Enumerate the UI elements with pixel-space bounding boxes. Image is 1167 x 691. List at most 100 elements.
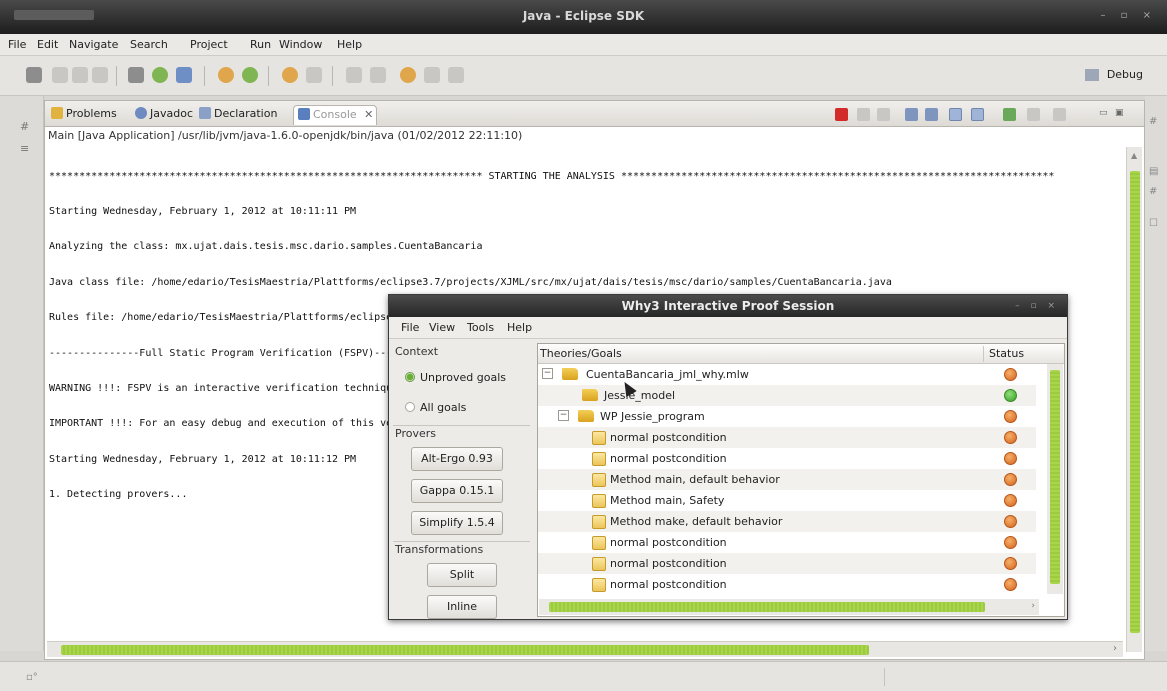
tree-horizontal-scrollbar[interactable]: › (539, 599, 1039, 615)
menu-run[interactable]: Run (250, 38, 271, 51)
scrollbar-thumb[interactable] (1130, 171, 1140, 633)
tab-console[interactable]: Console ✕ (293, 105, 377, 125)
tab-javadoc[interactable]: Javadoc (131, 105, 197, 125)
why3-menubar: File View Tools Help (389, 317, 1067, 339)
new-package-icon[interactable] (218, 67, 234, 83)
row-label: WP Jessie_program (600, 410, 705, 423)
gappa-button[interactable]: Gappa 0.15.1 (411, 479, 503, 503)
scrollbar-thumb[interactable] (549, 602, 985, 612)
pin-icon[interactable] (448, 67, 464, 83)
tab-label: Problems (66, 107, 117, 120)
back-icon[interactable] (400, 67, 416, 83)
show-stderr-icon[interactable] (971, 108, 984, 121)
tree-row[interactable]: Method main, Safety (538, 490, 1036, 511)
tree-row[interactable]: Jessie_model (538, 385, 1036, 406)
status-fail-icon (1004, 578, 1017, 591)
radio-selected-icon (405, 372, 415, 382)
tree-row[interactable]: − CuentaBancaria_jml_why.mlw (538, 364, 1036, 385)
tree-row[interactable]: − WP Jessie_program (538, 406, 1036, 427)
save-icon[interactable] (52, 67, 68, 83)
why3-menu-file[interactable]: File (401, 321, 419, 334)
fast-view-icon[interactable]: ▫° (26, 672, 38, 683)
minimize-icon[interactable]: ▭ (1099, 108, 1112, 121)
window-controls[interactable]: – ▫ × (1100, 10, 1157, 21)
prev-annotation-icon[interactable] (370, 67, 386, 83)
print-icon[interactable] (92, 67, 108, 83)
new-icon[interactable] (26, 67, 42, 83)
run-icon[interactable] (152, 67, 168, 83)
column-header-status[interactable]: Status (989, 347, 1024, 360)
tree-row[interactable]: normal postcondition (538, 574, 1036, 595)
scrollbar-thumb[interactable] (1050, 370, 1060, 584)
tree-row[interactable]: normal postcondition (538, 532, 1036, 553)
external-tools-icon[interactable] (176, 67, 192, 83)
row-label: CuentaBancaria_jml_why.mlw (586, 368, 749, 381)
remove-launch-icon[interactable] (857, 108, 870, 121)
restore-icon[interactable]: # (20, 120, 32, 133)
column-header-goals[interactable]: Theories/Goals (540, 347, 622, 360)
why3-menu-view[interactable]: View (429, 321, 455, 334)
outline-icon[interactable]: ≡ (20, 142, 32, 155)
tree-row[interactable]: normal postcondition (538, 448, 1036, 469)
radio-label: All goals (420, 401, 467, 414)
new-class-icon[interactable] (242, 67, 258, 83)
terminate-icon[interactable] (835, 108, 848, 121)
pin-console-icon[interactable] (1003, 108, 1016, 121)
simplify-button[interactable]: Simplify 1.5.4 (411, 511, 503, 535)
menu-window[interactable]: Window (279, 38, 322, 51)
scroll-lock-icon[interactable] (925, 108, 938, 121)
scroll-right-icon[interactable]: › (1031, 601, 1035, 611)
tab-label: Console (313, 108, 357, 121)
display-console-icon[interactable] (1027, 108, 1040, 121)
close-icon[interactable]: ✕ (364, 108, 373, 121)
all-goals-radio[interactable]: All goals (405, 401, 466, 414)
outline-view-icon[interactable]: ▤ (1149, 166, 1158, 177)
debug-icon[interactable] (128, 67, 144, 83)
task-list-icon[interactable]: ☐ (1149, 218, 1158, 229)
tree-row[interactable]: normal postcondition (538, 427, 1036, 448)
menu-file[interactable]: File (8, 38, 26, 51)
maximize-icon[interactable]: ▣ (1115, 108, 1128, 121)
clear-console-icon[interactable] (905, 108, 918, 121)
forward-icon[interactable] (424, 67, 440, 83)
tree-row[interactable]: normal postcondition (538, 553, 1036, 574)
right-trim: # ▤ # ☐ (1145, 96, 1167, 651)
menu-help[interactable]: Help (337, 38, 362, 51)
console-vertical-scrollbar[interactable]: ▲ (1126, 147, 1142, 652)
save-all-icon[interactable] (72, 67, 88, 83)
menu-navigate[interactable]: Navigate (69, 38, 118, 51)
show-stdout-icon[interactable] (949, 108, 962, 121)
next-annotation-icon[interactable] (346, 67, 362, 83)
tab-declaration[interactable]: Declaration (195, 105, 281, 125)
split-button[interactable]: Split (427, 563, 497, 587)
tree-row[interactable]: Method main, default behavior (538, 469, 1036, 490)
javadoc-icon (135, 107, 147, 119)
scroll-right-icon[interactable]: › (1113, 643, 1117, 654)
menu-project[interactable]: Project (190, 38, 228, 51)
menu-search[interactable]: Search (130, 38, 168, 51)
tab-problems[interactable]: Problems (47, 105, 121, 125)
debug-perspective-button[interactable]: Debug (1079, 66, 1149, 86)
why3-window-controls[interactable]: – ▫ × (1015, 295, 1059, 317)
menu-edit[interactable]: Edit (37, 38, 58, 51)
inline-button[interactable]: Inline (427, 595, 497, 619)
folder-icon (578, 410, 594, 422)
console-horizontal-scrollbar[interactable]: › (47, 641, 1123, 657)
collapse-icon[interactable]: − (542, 368, 553, 379)
search-icon[interactable] (306, 67, 322, 83)
alt-ergo-button[interactable]: Alt-Ergo 0.93 (411, 447, 503, 471)
remove-all-icon[interactable] (877, 108, 890, 121)
tree-row[interactable]: Method make, default behavior (538, 511, 1036, 532)
restore-icon[interactable]: # (1149, 116, 1157, 127)
restore-icon[interactable]: # (1149, 186, 1157, 197)
main-toolbar: Debug (0, 56, 1167, 96)
open-console-icon[interactable] (1053, 108, 1066, 121)
tree-vertical-scrollbar[interactable] (1047, 364, 1063, 594)
unproved-goals-radio[interactable]: Unproved goals (405, 371, 506, 384)
why3-menu-help[interactable]: Help (507, 321, 532, 334)
scrollbar-thumb[interactable] (61, 645, 869, 655)
open-type-icon[interactable] (282, 67, 298, 83)
why3-menu-tools[interactable]: Tools (467, 321, 494, 334)
collapse-icon[interactable]: − (558, 410, 569, 421)
scroll-up-icon[interactable]: ▲ (1131, 151, 1137, 160)
